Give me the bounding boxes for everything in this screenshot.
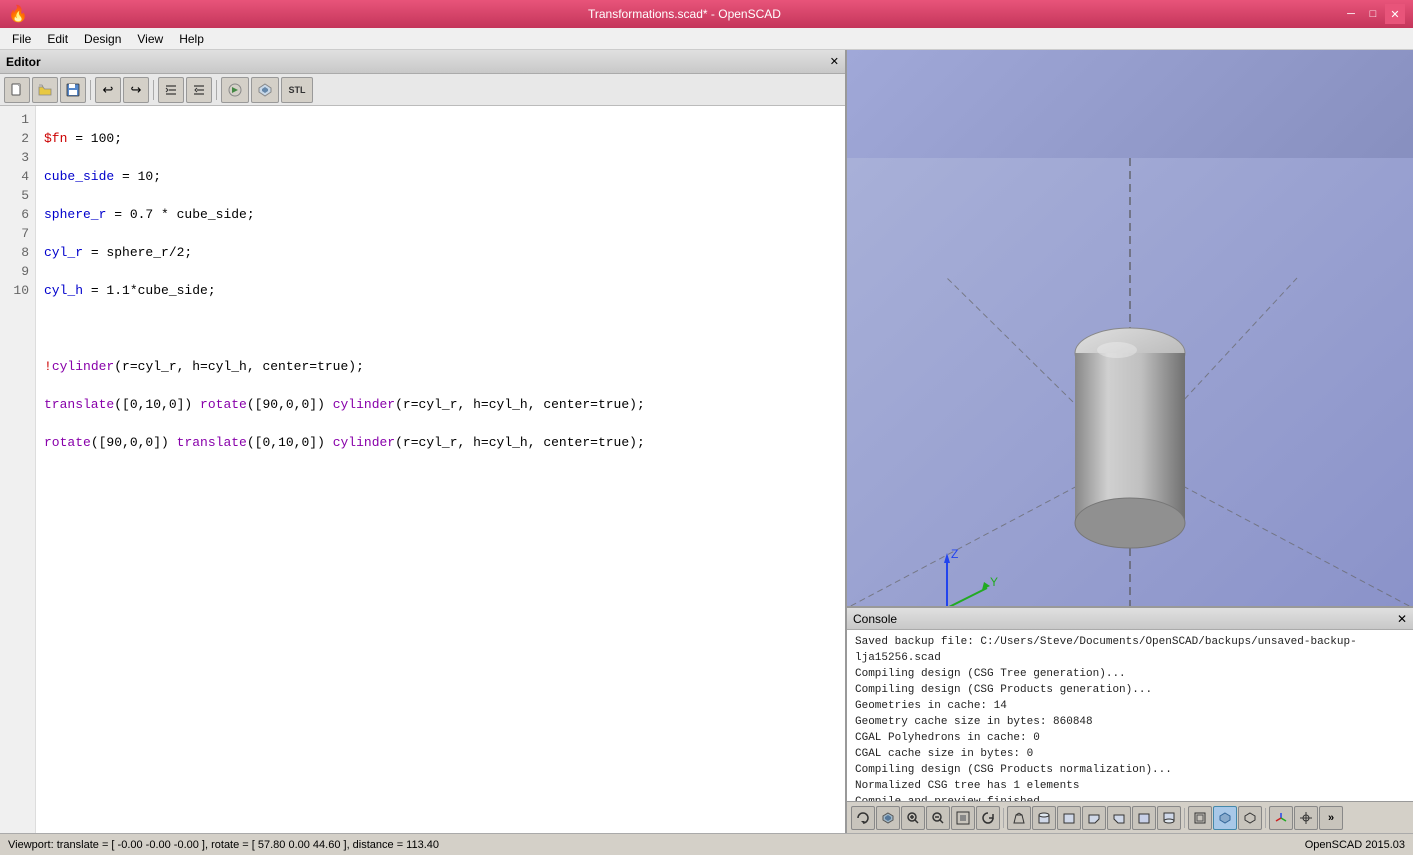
new-file-button[interactable] [4,77,30,103]
right-view-button[interactable] [1107,806,1131,830]
toolbar-separator-2 [153,80,154,100]
titlebar: 🔥 Transformations.scad* - OpenSCAD ─ □ ✕ [0,0,1413,28]
svg-text:Z: Z [951,547,958,561]
orthographic-button[interactable] [1188,806,1212,830]
close-button[interactable]: ✕ [1385,4,1405,24]
wireframe-button[interactable] [1238,806,1262,830]
right-panel: Z Y X [847,50,1413,833]
console-line-3: Compiling design (CSG Products generatio… [855,682,1405,698]
console-line-2: Compiling design (CSG Tree generation)..… [855,666,1405,682]
reset-view-button[interactable] [976,806,1000,830]
zoom-fit-button[interactable] [951,806,975,830]
line-numbers: 1 2 3 4 5 6 7 8 9 10 [0,106,36,833]
back-view-button[interactable] [1132,806,1156,830]
console-panel: Console ✕ Saved backup file: C:/Users/St… [847,606,1413,801]
menu-file[interactable]: File [4,30,39,48]
viewport-toolbar: » [847,801,1413,833]
top-view-button[interactable] [1032,806,1056,830]
redo-button[interactable]: ↪ [123,77,149,103]
menu-design[interactable]: Design [76,30,129,48]
show-axes-button[interactable] [1269,806,1293,830]
console-line-9: Normalized CSG tree has 1 elements [855,778,1405,794]
stl-export-button[interactable]: STL [281,77,313,103]
menu-view[interactable]: View [129,30,171,48]
console-line-8: Compiling design (CSG Products normaliza… [855,762,1405,778]
console-line-6: CGAL Polyhedrons in cache: 0 [855,730,1405,746]
menu-help[interactable]: Help [171,30,212,48]
undo-button[interactable]: ↩ [95,77,121,103]
rotate-view-button[interactable] [851,806,875,830]
render-button[interactable] [251,77,279,103]
more-button[interactable]: » [1319,806,1343,830]
console-title: Console [853,612,897,626]
toolbar-separator-1 [90,80,91,100]
save-file-button[interactable] [60,77,86,103]
console-line-4: Geometries in cache: 14 [855,698,1405,714]
viewport-info: Viewport: translate = [ -0.00 -0.00 -0.0… [8,839,439,851]
open-file-button[interactable] [32,77,58,103]
editor-toolbar: ↩ ↪ [0,74,845,106]
crosshair-button[interactable] [1294,806,1318,830]
console-content: Saved backup file: C:/Users/Steve/Docume… [847,630,1413,801]
app-logo: 🔥 [8,4,28,24]
vp-sep-1 [1003,808,1004,828]
menu-edit[interactable]: Edit [39,30,76,48]
vp-sep-2 [1184,808,1185,828]
code-text[interactable]: $fn = 100; cube_side = 10; sphere_r = 0.… [36,106,845,833]
zoom-out-button[interactable] [926,806,950,830]
console-line-1: Saved backup file: C:/Users/Steve/Docume… [855,634,1405,666]
maximize-button[interactable]: □ [1363,4,1383,24]
window-title: Transformations.scad* - OpenSCAD [28,7,1341,21]
front-view-button[interactable] [1057,806,1081,830]
console-line-10: Compile and preview finished. [855,794,1405,801]
menubar: File Edit Design View Help [0,28,1413,50]
console-header: Console ✕ [847,608,1413,630]
statusbar: Viewport: translate = [ -0.00 -0.00 -0.0… [0,833,1413,855]
editor-header: Editor ✕ [0,50,845,74]
console-line-5: Geometry cache size in bytes: 860848 [855,714,1405,730]
editor-close-button[interactable]: ✕ [830,55,839,68]
main-layout: Editor ✕ [0,50,1413,833]
toolbar-separator-3 [216,80,217,100]
indent-button[interactable] [158,77,184,103]
console-close-button[interactable]: ✕ [1397,612,1407,626]
vp-sep-3 [1265,808,1266,828]
app-version: OpenSCAD 2015.03 [1305,839,1405,851]
zoom-in-button[interactable] [901,806,925,830]
render-view-button[interactable] [876,806,900,830]
surface-view-button[interactable] [1213,806,1237,830]
unindent-button[interactable] [186,77,212,103]
code-editor[interactable]: 1 2 3 4 5 6 7 8 9 10 $fn = 100; cube_sid… [0,106,845,833]
window-controls: ─ □ ✕ [1341,4,1405,24]
editor-title: Editor [6,55,41,69]
left-view-button[interactable] [1082,806,1106,830]
perspective-button[interactable] [1007,806,1031,830]
preview-button[interactable] [221,77,249,103]
console-line-7: CGAL cache size in bytes: 0 [855,746,1405,762]
editor-panel: Editor ✕ [0,50,847,833]
svg-text:Y: Y [990,575,998,589]
bottom-view-button[interactable] [1157,806,1181,830]
minimize-button[interactable]: ─ [1341,4,1361,24]
